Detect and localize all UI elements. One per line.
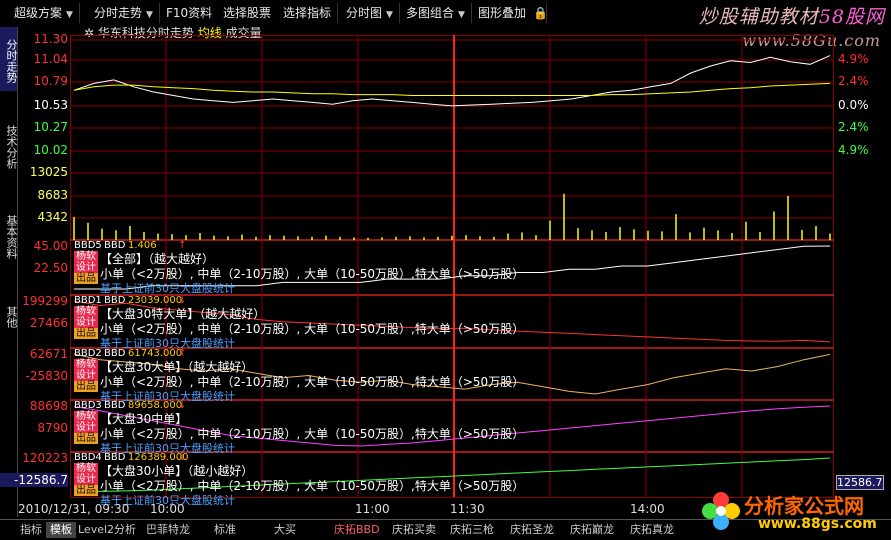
stamp-bottom-text: 出品 bbox=[74, 485, 98, 496]
side-tab-technical[interactable]: 技术分析 bbox=[0, 117, 18, 177]
toolbar-label: 选择股票 bbox=[223, 6, 272, 20]
pct-axis-label: 0.0% bbox=[838, 98, 869, 112]
time-axis-label: 10:00 bbox=[150, 502, 185, 516]
brand-watermark: 炒股辅助教材58股网 bbox=[699, 2, 885, 29]
indicator-code: BBD1 bbox=[74, 295, 102, 306]
designer-stamp: 杨软设计 出品 bbox=[74, 251, 98, 284]
logo-flower-icon bbox=[702, 492, 740, 530]
time-axis-date: 2010/12/31, 09:30 bbox=[18, 502, 130, 516]
avg-line bbox=[73, 82, 831, 96]
chevron-down-icon: ▼ bbox=[386, 10, 393, 20]
stamp-bottom-text: 出品 bbox=[74, 328, 98, 339]
stamp-bottom-text: 出品 bbox=[74, 433, 98, 444]
logo-url: www.88gs.com bbox=[758, 516, 877, 532]
indicator-code: BBD4 bbox=[74, 452, 102, 463]
bottom-tab[interactable]: 模板 bbox=[46, 522, 76, 538]
indicator-code: BBD5 bbox=[74, 240, 102, 251]
indicator-axis-mid: 8790 bbox=[37, 421, 68, 435]
chevron-down-icon: ▼ bbox=[66, 10, 73, 20]
toolbar-label: 超级方案 bbox=[14, 6, 63, 20]
bottom-tab[interactable]: 大买 bbox=[270, 522, 300, 538]
toolbar-label: 图形叠加 bbox=[478, 6, 527, 20]
pct-axis-label: 4.9% bbox=[838, 143, 869, 157]
bottom-tab[interactable]: 庆拓圣龙 bbox=[506, 522, 558, 538]
designer-stamp: 杨软设计 出品 bbox=[74, 411, 98, 444]
indicator-axis-mid: -25830 bbox=[25, 369, 68, 383]
toolbar-button-intraday[interactable]: 分时走势 ▼ bbox=[88, 3, 160, 23]
indicator-axis-top: 45.00 bbox=[33, 239, 68, 253]
bottom-tab[interactable]: 巴菲特龙 bbox=[142, 522, 194, 538]
volume-axis-label: 13025 bbox=[29, 165, 68, 179]
indicator-axis-mid: 22.50 bbox=[33, 261, 68, 275]
price-axis-label: 10.02 bbox=[33, 143, 68, 157]
indicator-axis-top: 120223 bbox=[22, 451, 68, 465]
indicator-code: BBD2 bbox=[74, 348, 102, 359]
logo: 分析家公式网 www.88gs.com bbox=[696, 486, 891, 538]
price-line bbox=[73, 55, 831, 107]
price-axis-label: 11.30 bbox=[33, 32, 68, 46]
stamp-bottom-text: 出品 bbox=[74, 381, 98, 392]
toolbar-label: 分时图 bbox=[346, 6, 383, 20]
toolbar-button-f10[interactable]: F10资料 bbox=[160, 3, 220, 23]
stamp-top-text: 杨软设计 bbox=[76, 359, 96, 381]
indicator-code: BBD3 bbox=[74, 400, 102, 411]
bottom-tab[interactable]: 庆拓真龙 bbox=[626, 522, 678, 538]
pct-axis-label: 2.4% bbox=[838, 74, 869, 88]
indicator-axis-mid: 27466 bbox=[29, 316, 68, 330]
time-axis-label: 14:00 bbox=[630, 502, 665, 516]
bottom-tab[interactable]: 庆拓巅龙 bbox=[566, 522, 618, 538]
stamp-top-text: 杨软设计 bbox=[76, 463, 96, 485]
toolbar-label: F10资料 bbox=[166, 6, 213, 20]
bottom-tab[interactable]: 庆拓买卖 bbox=[388, 522, 440, 538]
stamp-top-text: 杨软设计 bbox=[76, 306, 96, 328]
toolbar-button-select-indicator[interactable]: 选择指标 bbox=[277, 3, 339, 23]
price-axis-label: 10.27 bbox=[33, 120, 68, 134]
indicator-axis-top: 199299 bbox=[22, 294, 68, 308]
time-axis-label: 11:00 bbox=[355, 502, 390, 516]
toolbar-label: 选择指标 bbox=[283, 6, 332, 20]
stamp-top-text: 杨软设计 bbox=[76, 411, 96, 433]
bottom-tab[interactable]: 指标 bbox=[16, 522, 46, 538]
stamp-bottom-text: 出品 bbox=[74, 273, 98, 284]
toolbar-button-multi-chart[interactable]: 多图组合 ▼ bbox=[400, 3, 472, 23]
stamp-top-text: 杨软设计 bbox=[76, 251, 96, 273]
indicator-axis-mid: -12586.7 bbox=[0, 473, 68, 487]
bottom-tab[interactable]: 庆拓BBD bbox=[330, 522, 384, 538]
toolbar-button-timechart[interactable]: 分时图 ▼ bbox=[340, 3, 400, 23]
toolbar-button-overlay[interactable]: 图形叠加 bbox=[472, 3, 534, 23]
toolbar-label: 分时走势 bbox=[94, 6, 143, 20]
pct-axis-label: 2.4% bbox=[838, 120, 869, 134]
bottom-tab[interactable]: 标准 bbox=[210, 522, 240, 538]
bottom-tab[interactable]: 庆拓三枪 bbox=[446, 522, 498, 538]
side-tab-intraday[interactable]: 分时走势 bbox=[0, 27, 18, 91]
indicator-note: 基于上证前30只大盘股统计 bbox=[100, 282, 235, 295]
volume-axis-label: 4342 bbox=[37, 210, 68, 224]
pct-axis-label: 4.9% bbox=[838, 52, 869, 66]
side-tab-fundamental[interactable]: 基本资料 bbox=[0, 207, 18, 267]
time-axis-label: 11:30 bbox=[450, 502, 485, 516]
brand-highlight: 58股网 bbox=[818, 6, 885, 28]
toolbar-button-select-stock[interactable]: 选择股票 bbox=[217, 3, 279, 23]
price-axis-label: 10.53 bbox=[33, 98, 68, 112]
indicator-axis-top: 88698 bbox=[29, 399, 68, 413]
logo-title: 分析家公式网 bbox=[744, 494, 864, 518]
lock-icon[interactable]: 🔒 bbox=[530, 3, 548, 23]
volume-axis-label: 8683 bbox=[37, 188, 68, 202]
designer-stamp: 杨软设计 出品 bbox=[74, 306, 98, 339]
chevron-down-icon: ▼ bbox=[146, 10, 153, 20]
price-axis-label: 11.04 bbox=[33, 52, 68, 66]
toolbar-label: 多图组合 bbox=[406, 6, 455, 20]
indicator-axis-top: 62671 bbox=[29, 347, 68, 361]
toolbar-button-super-plan[interactable]: 超级方案 ▼ bbox=[8, 3, 80, 23]
price-axis-label: 10.79 bbox=[33, 74, 68, 88]
designer-stamp: 杨软设计 出品 bbox=[74, 463, 98, 496]
designer-stamp: 杨软设计 出品 bbox=[74, 359, 98, 392]
chevron-down-icon: ▼ bbox=[458, 10, 465, 20]
brand-text: 炒股辅助教材 bbox=[698, 6, 819, 28]
bottom-tab[interactable]: Level2分析 bbox=[74, 522, 140, 538]
